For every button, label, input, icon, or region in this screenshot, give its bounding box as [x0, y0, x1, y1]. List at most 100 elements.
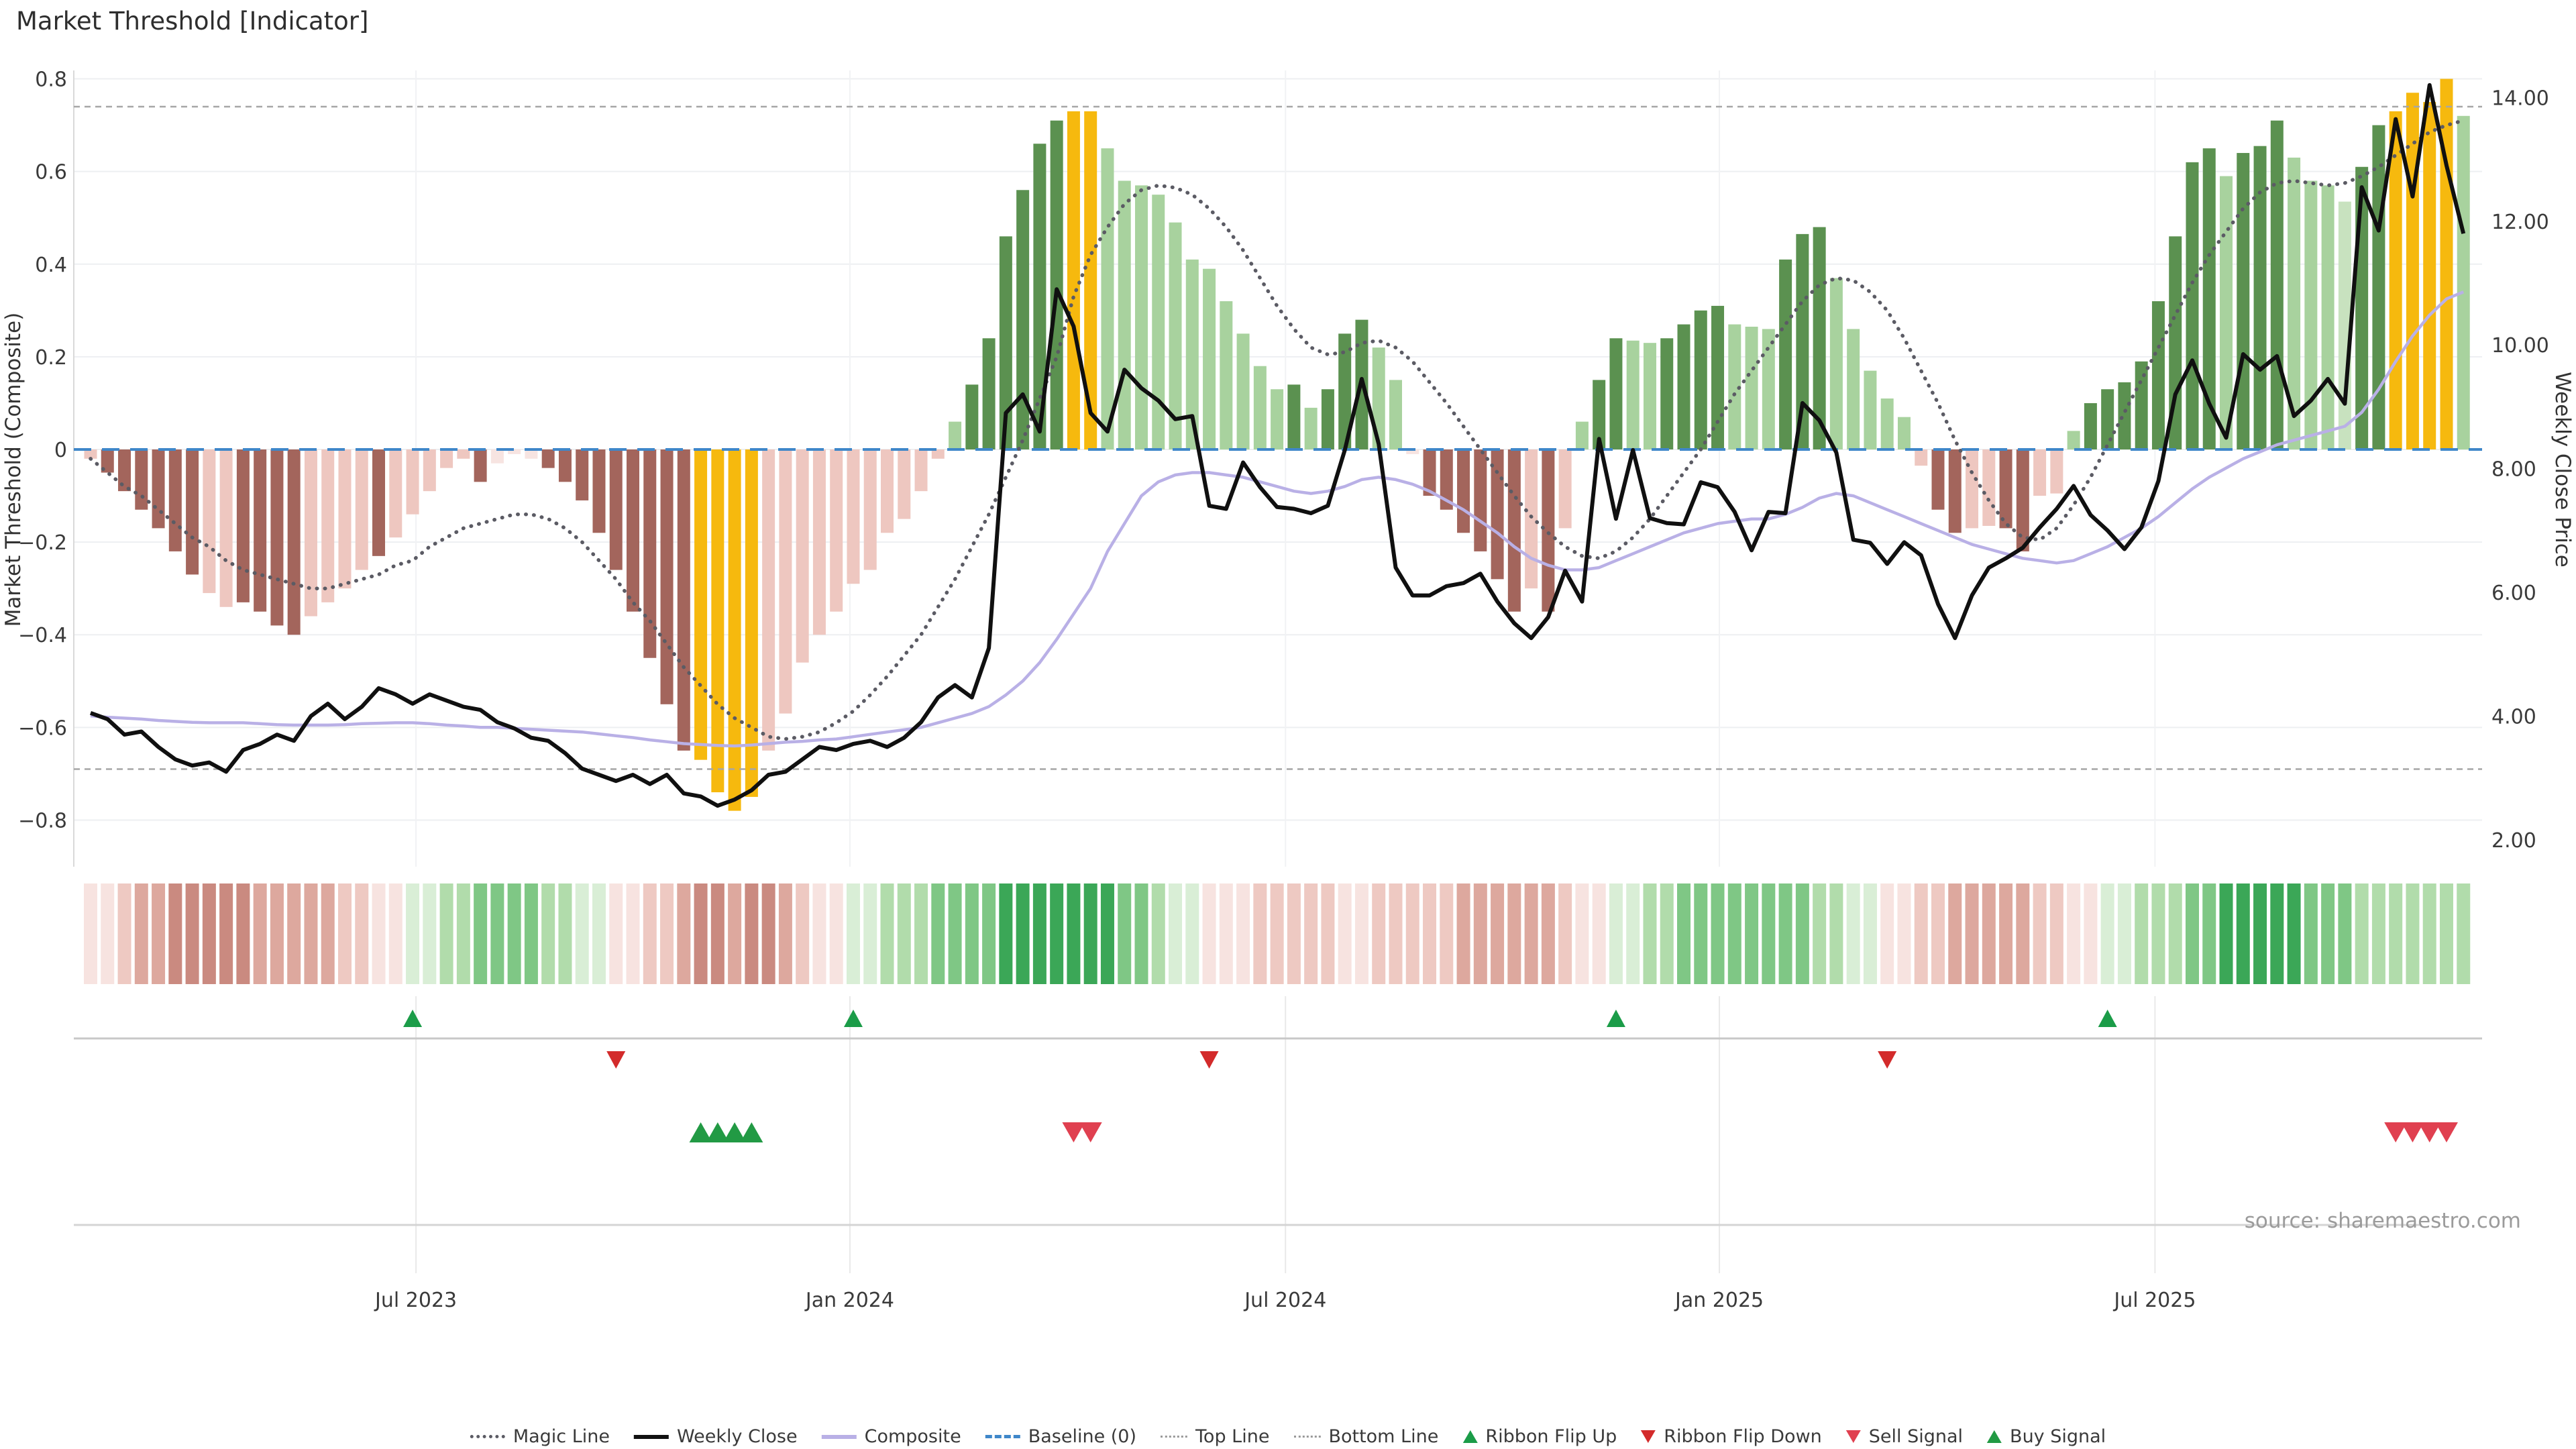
- ribbon-cell: [948, 883, 962, 984]
- composite-bar: [2084, 402, 2097, 449]
- ribbon-cell: [982, 883, 996, 984]
- composite-bar: [1304, 407, 1318, 449]
- ribbon-cell: [1169, 883, 1183, 984]
- composite-bar: [881, 449, 894, 533]
- x-axis-tick: Jan 2025: [1674, 1289, 1764, 1312]
- ribbon-cell: [1795, 883, 1809, 984]
- composite-bar: [1050, 120, 1063, 449]
- ribbon-cell: [1880, 883, 1894, 984]
- ribbon-cell: [1914, 883, 1928, 984]
- legend-label: Ribbon Flip Down: [1664, 1426, 1822, 1447]
- triangle-down-icon: [1641, 1430, 1656, 1443]
- ribbon-cell: [406, 883, 420, 984]
- composite-bar: [1609, 338, 1623, 449]
- left-axis-tick: 0: [54, 439, 67, 462]
- sell-signal-marker: [1079, 1122, 1102, 1142]
- composite-bar: [1271, 389, 1284, 449]
- x-axis-tick: Jul 2025: [2112, 1289, 2196, 1312]
- ribbon-cell: [609, 883, 623, 984]
- ribbon-cell: [2457, 883, 2471, 984]
- ribbon-cell: [1134, 883, 1148, 984]
- left-axis-tick: −0.2: [18, 531, 67, 555]
- ribbon-flip-up-marker: [1606, 1010, 1625, 1027]
- composite-bar: [694, 449, 708, 760]
- composite-bar: [2135, 361, 2148, 449]
- left-axis-tick: 0.2: [35, 346, 67, 370]
- composite-bar: [2101, 389, 2114, 449]
- ribbon-cell: [1575, 883, 1589, 984]
- ribbon-cell: [2016, 883, 2030, 984]
- solid-line-swatch-icon: [634, 1434, 669, 1439]
- ribbon-cell: [1202, 883, 1216, 984]
- composite-bar: [847, 449, 860, 584]
- composite-bar: [2423, 102, 2436, 449]
- composite-bar: [1457, 449, 1470, 533]
- ribbon-cell: [812, 883, 826, 984]
- ribbon-cell: [84, 883, 97, 984]
- composite-bar: [440, 449, 453, 468]
- composite-bar: [627, 449, 640, 612]
- ribbon-cell: [1626, 883, 1640, 984]
- ribbon-cell: [152, 883, 166, 984]
- ribbon-cell: [1846, 883, 1860, 984]
- ribbon-cell: [1032, 883, 1046, 984]
- ribbon-cell: [2321, 883, 2335, 984]
- composite-bar: [2389, 111, 2402, 449]
- ribbon-cell: [1948, 883, 1962, 984]
- ribbon-cell: [321, 883, 335, 984]
- ribbon-cell: [694, 883, 708, 984]
- ribbon-cell: [1694, 883, 1708, 984]
- composite-bar: [406, 449, 419, 515]
- left-axis-tick: 0.4: [35, 254, 67, 277]
- composite-bar: [677, 449, 690, 751]
- ribbon-cell: [1083, 883, 1097, 984]
- left-axis-tick: −0.8: [18, 809, 67, 833]
- composite-bar: [372, 449, 386, 556]
- ribbon-flip-up-marker: [2098, 1010, 2117, 1027]
- right-axis-tick: 6.00: [2491, 582, 2536, 605]
- composite-bar: [1236, 333, 1250, 449]
- composite-bar: [355, 449, 368, 570]
- ribbon-cell: [965, 883, 979, 984]
- legend-label: Bottom Line: [1328, 1426, 1439, 1447]
- ribbon-cell: [1609, 883, 1623, 984]
- ribbon-cell: [914, 883, 928, 984]
- legend-label: Composite: [864, 1426, 961, 1447]
- ribbon-cell: [1491, 883, 1505, 984]
- ribbon-cell: [2049, 883, 2063, 984]
- buy-signal-marker: [740, 1122, 763, 1142]
- composite-bar: [1796, 233, 1809, 449]
- right-axis-title: Weekly Close Price: [2551, 372, 2575, 568]
- ribbon-cell: [134, 883, 148, 984]
- composite-bar: [965, 384, 979, 449]
- composite-bar: [1253, 366, 1267, 449]
- composite-bar: [982, 338, 996, 449]
- ribbon-cell: [2304, 883, 2318, 984]
- ribbon-cell: [1813, 883, 1827, 984]
- legend-item-buy-signal: Buy Signal: [1987, 1426, 2106, 1447]
- left-axis-tick: −0.4: [18, 624, 67, 647]
- ribbon-cell: [2355, 883, 2369, 984]
- ribbon-cell: [1643, 883, 1657, 984]
- x-axis-tick: Jul 2024: [1243, 1289, 1326, 1312]
- ribbon-cell: [1219, 883, 1233, 984]
- ribbon-cell: [1999, 883, 2013, 984]
- ribbon-cell: [1677, 883, 1691, 984]
- ribbon-cell: [1863, 883, 1877, 984]
- composite-bar: [2321, 185, 2334, 449]
- ribbon-cell: [541, 883, 555, 984]
- ribbon-cell: [287, 883, 301, 984]
- ribbon-cell: [2067, 883, 2081, 984]
- ribbon-cell: [1354, 883, 1368, 984]
- composite-bar: [1982, 449, 1996, 526]
- composite-bar: [1491, 449, 1504, 580]
- composite-bar: [1558, 449, 1572, 529]
- ribbon-cell: [2236, 883, 2250, 984]
- composite-bar: [457, 449, 470, 459]
- composite-bar: [2186, 162, 2199, 449]
- x-axis-tick: Jul 2023: [374, 1289, 457, 1312]
- sell-signal-marker: [2434, 1122, 2458, 1142]
- ribbon-cell: [168, 883, 182, 984]
- composite-bar: [898, 449, 911, 519]
- composite-bar: [1643, 343, 1656, 449]
